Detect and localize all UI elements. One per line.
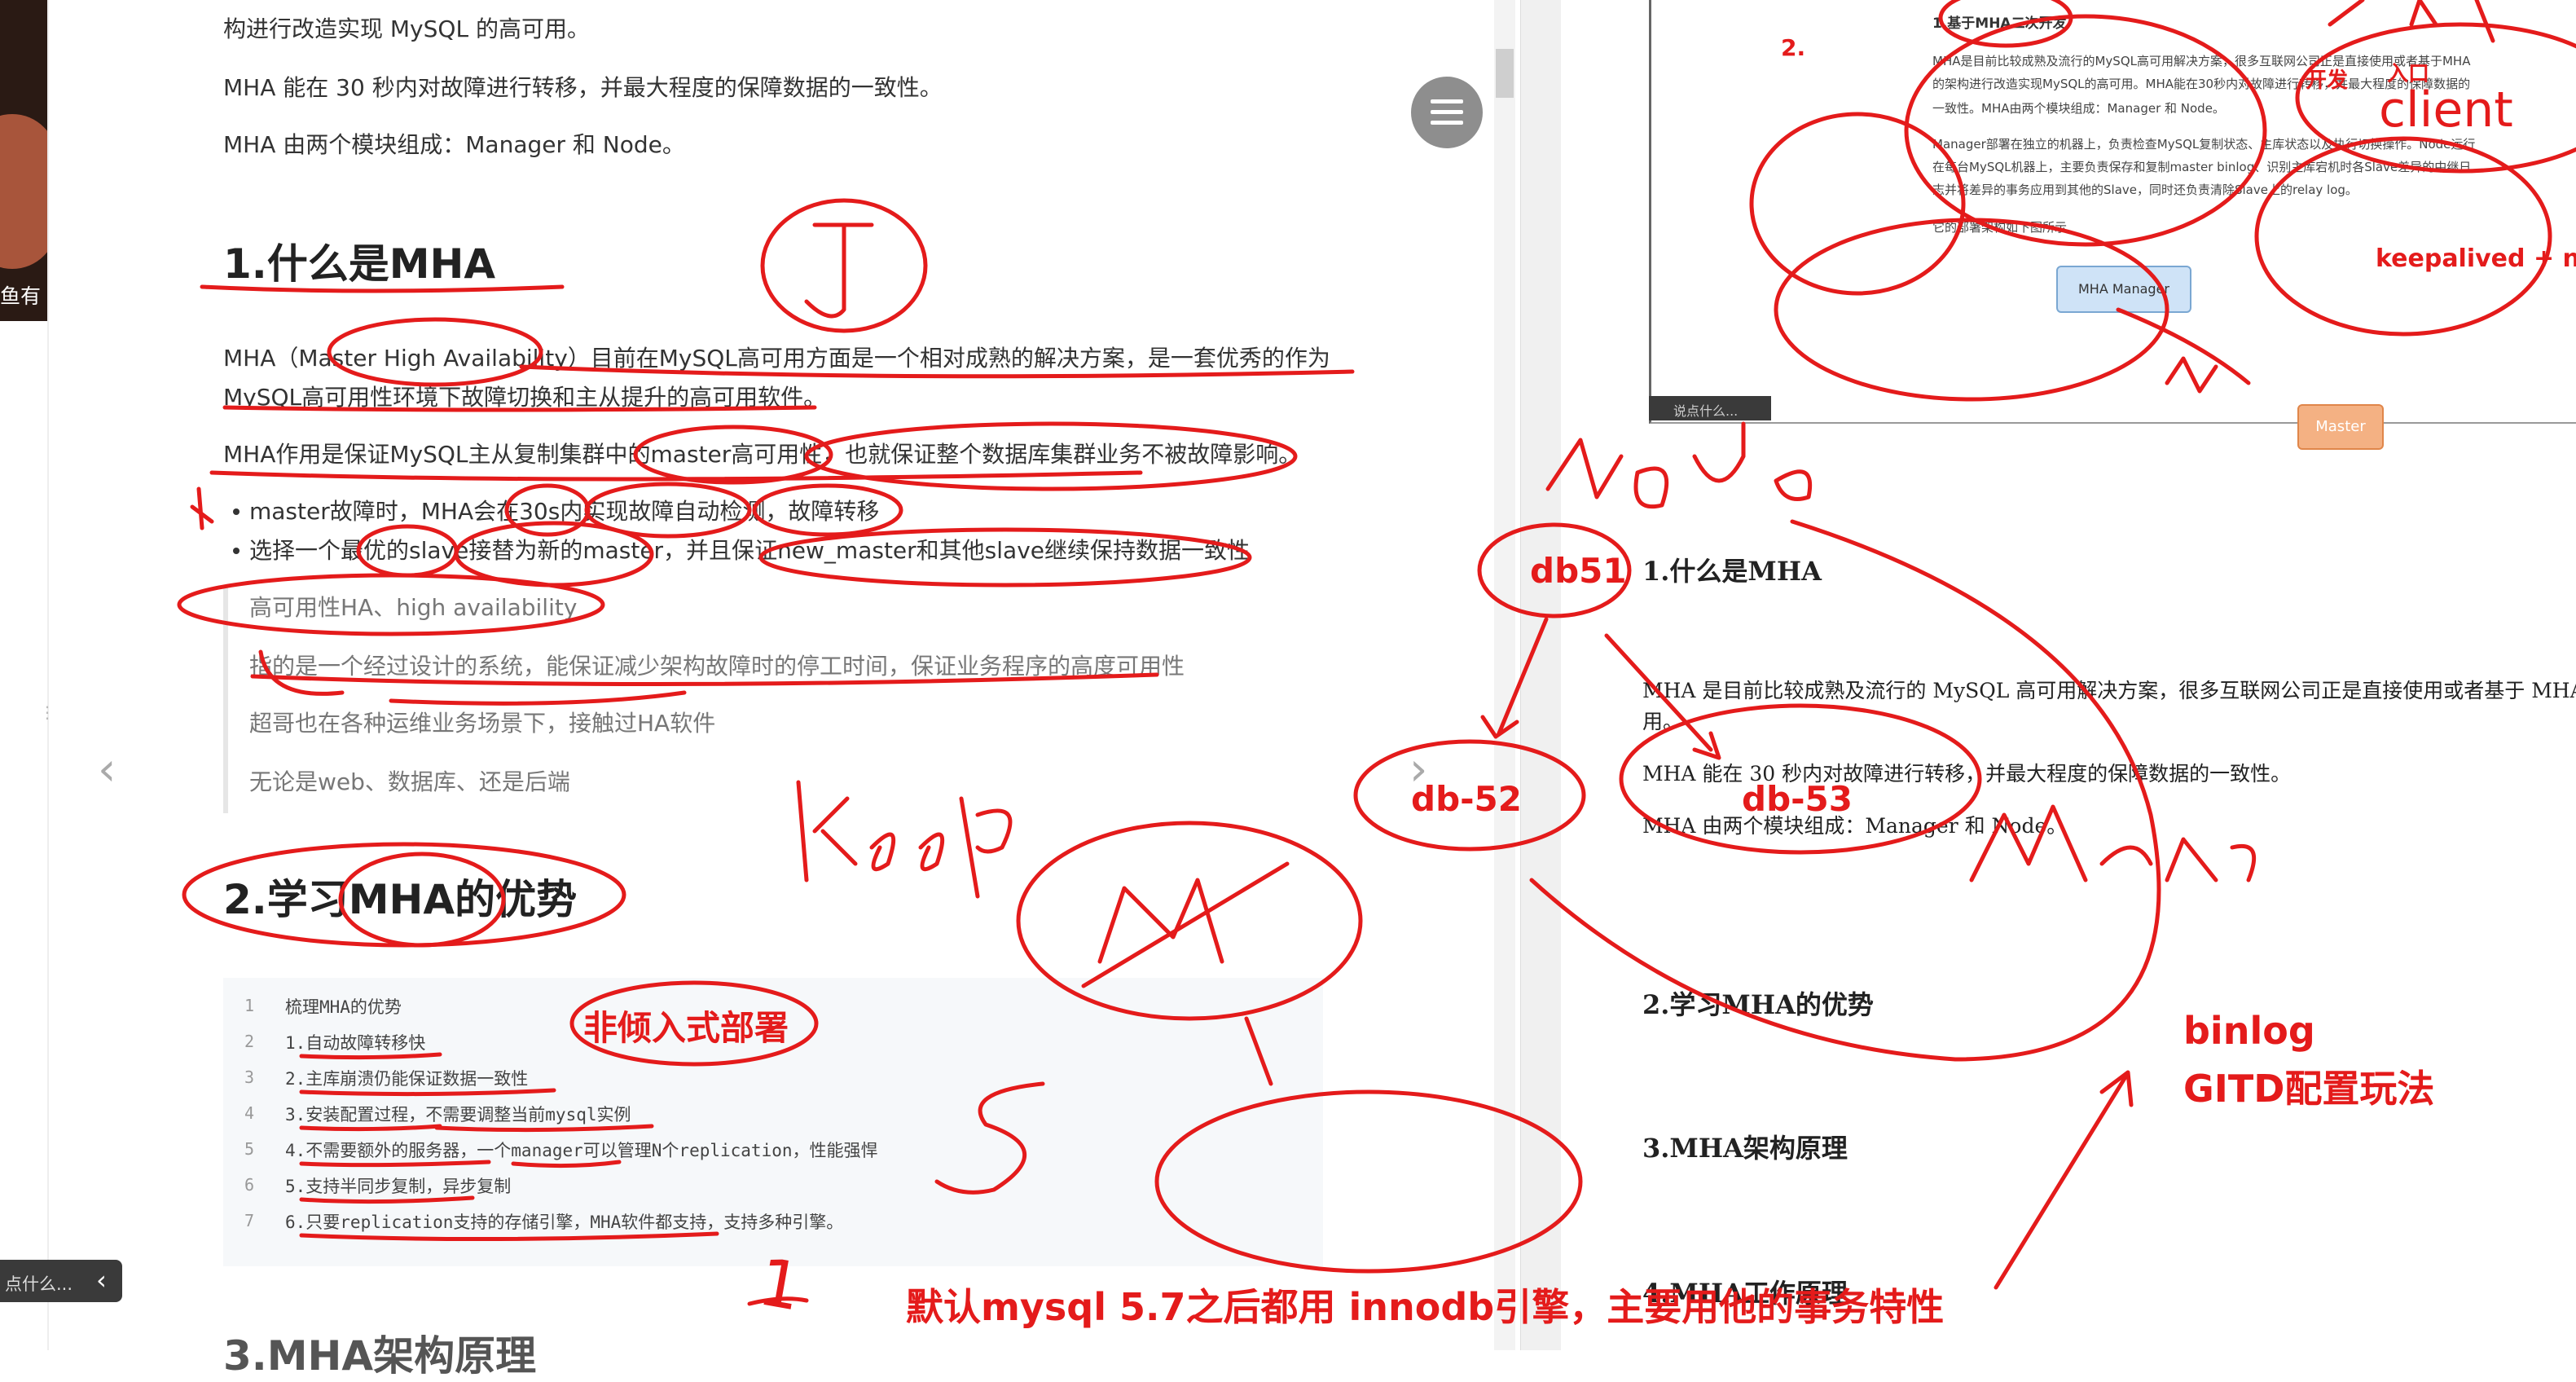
line-number: 4 [244, 1103, 255, 1123]
embed-line: 志并将差异的事务应用到其他的Slave，同时还负责清除Slave上的relay … [1932, 183, 2358, 197]
intro-line: 构进行改造实现 MySQL 的高可用。 [223, 15, 590, 42]
annotation-db53: db-53 [1742, 779, 1853, 819]
master-node: Master [2297, 404, 2384, 450]
doc-paragraph-line: 用。 [1642, 710, 1684, 733]
video-thumbnail[interactable]: 鱼有 [0, 0, 47, 321]
comment-placeholder: 点什么... [5, 1274, 73, 1294]
code-line: 梳理MHA的优势 [285, 997, 402, 1017]
intro-line: MHA 能在 30 秒内对故障进行转移，并最大程度的保障数据的一致性。 [223, 74, 943, 101]
heading-what-is-mha: 1.什么是MHA [223, 240, 496, 288]
annotation-non-intrusive: 非倾入式部署 [583, 1008, 789, 1048]
embed-comment-bar[interactable]: 说点什么... [1649, 396, 1771, 420]
divider [47, 0, 49, 1350]
embed-line: 它的部署架构如下图所示 [1932, 220, 2068, 235]
line-number: 1 [244, 996, 255, 1015]
embed-line: 一致性。MHA由两个模块组成：Manager 和 Node。 [1932, 101, 2225, 116]
embed-line: 在每台MySQL机器上，主要负责保存和复制master binlog、识别主库宕… [1932, 160, 2472, 174]
annotation-client: client [2379, 81, 2513, 139]
pane-splitter[interactable] [1520, 0, 1562, 1350]
annotation-db51: db51 [1530, 551, 1627, 591]
doc-paragraph: MHA 能在 30 秒内对故障进行转移，并最大程度的保障数据的一致性。 [1642, 762, 2292, 786]
bullet-item: 选择一个最优的slave接替为新的master，并且保证new_master和其… [249, 537, 1250, 564]
quote-line: 超哥也在各种运维业务场景下，接触过HA软件 [249, 710, 716, 737]
heading-mha-advantages: 2.学习MHA的优势 [223, 876, 578, 923]
left-article-pane: 鱼有 构进行改造实现 MySQL 的高可用。 MHA 能在 30 秒内对故障进行… [0, 0, 1520, 1380]
drag-handle-icon[interactable]: ⋮ [39, 702, 55, 722]
doc-heading-advantages: 2.学习MHA的优势 [1642, 989, 1874, 1020]
scrollbar-thumb[interactable] [1496, 49, 1514, 98]
line-number: 6 [244, 1175, 255, 1195]
embed-footer-text: 说点什么... [1673, 403, 1739, 419]
heading-architecture-partial: 3.MHA架构原理 [223, 1332, 537, 1380]
blockquote-bar [223, 585, 228, 813]
quote-line: 无论是web、数据库、还是后端 [249, 768, 570, 795]
hamburger-icon [1431, 99, 1463, 103]
doc-heading-what-is-mha: 1.什么是MHA [1642, 556, 1822, 587]
code-line: 6.只要replication支持的存储引擎，MHA软件都支持，支持多种引擎。 [285, 1213, 844, 1232]
annotation-two-marker: 2. [1781, 34, 1806, 61]
chevron-left-icon[interactable]: ‹ [98, 743, 116, 796]
thumbnail-caption: 鱼有 [0, 284, 42, 308]
code-line: 4.不需要额外的服务器，一个manager可以管理N个replication，性… [285, 1141, 878, 1160]
scrollbar[interactable] [1494, 0, 1515, 1350]
annotation-binlog: binlog [2183, 1009, 2315, 1053]
code-line: 3.安装配置过程，不需要调整当前mysql实例 [285, 1105, 631, 1125]
code-line: 2.主库崩溃仍能保证数据一致性 [285, 1069, 529, 1089]
quote-line: 指的是一个经过设计的系统，能保证减少架构故障时的停工时间，保证业务程序的高度可用… [249, 653, 1185, 680]
line-number: 5 [244, 1139, 255, 1159]
annotation-gtid: GITD配置玩法 [2183, 1067, 2435, 1111]
quote-line: 高可用性HA、high availability [249, 594, 578, 621]
code-line: 1.自动故障转移快 [285, 1033, 426, 1053]
annotation-dev: 开发 [2306, 68, 2349, 93]
menu-button[interactable] [1411, 77, 1483, 148]
annotation-keepalived: keepalived + ngi [2376, 244, 2576, 273]
bullet-item: master故障时，MHA会在30s内实现故障自动检测，故障转移 [249, 498, 880, 525]
doc-paragraph: MHA 由两个模块组成：Manager 和 Node。 [1642, 814, 2068, 838]
annotation-db52: db-52 [1411, 779, 1523, 819]
comment-collapse-tab[interactable]: 点什么... ‹ [0, 1260, 122, 1302]
intro-line: MHA 由两个模块组成：Manager 和 Node。 [223, 131, 685, 158]
hamburger-icon [1431, 110, 1463, 114]
doc-paragraph-line: MHA 是目前比较成熟及流行的 MySQL 高可用解决方案，很多互联网公司正是直… [1642, 679, 2576, 702]
paragraph-line: MySQL高可用性环境下故障切换和主从提升的高可用软件。 [223, 384, 827, 411]
chevron-left-icon[interactable]: ‹ [96, 1265, 107, 1296]
mha-manager-node: MHA Manager [2056, 266, 2191, 313]
hamburger-icon [1431, 121, 1463, 125]
code-line: 5.支持半同步复制，异步复制 [285, 1177, 512, 1196]
line-number: 3 [244, 1067, 255, 1087]
paragraph: MHA作用是保证MySQL主从复制集群中的master高可用性，也就保证整个数据… [223, 441, 1302, 468]
embed-title: 1.基于MHA二次开发 [1932, 15, 2067, 32]
bullet-dot [233, 548, 240, 554]
thumbnail-image [0, 114, 47, 269]
line-number: 7 [244, 1211, 255, 1230]
bullet-dot [233, 508, 240, 515]
paragraph-line: MHA（Master High Availability）目前在MySQL高可用… [223, 345, 1330, 372]
doc-heading-architecture: 3.MHA架构原理 [1642, 1133, 1848, 1164]
line-number: 2 [244, 1032, 255, 1051]
annotation-innodb-note: 默认mysql 5.7之后都用 innodb引擎，主要用他的事务特性 [906, 1285, 1945, 1329]
